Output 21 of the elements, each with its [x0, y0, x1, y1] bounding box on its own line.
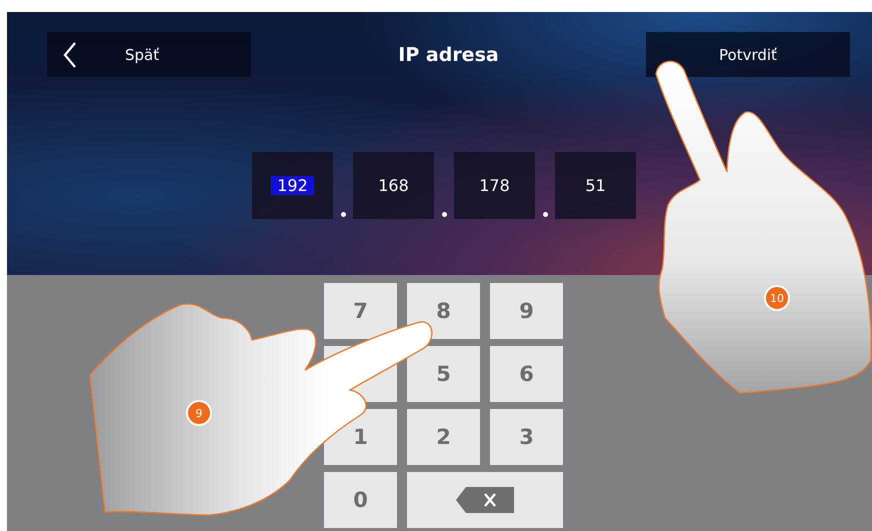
digit-key[interactable]: 6 [490, 346, 563, 402]
digit-key[interactable]: 5 [407, 346, 480, 402]
ip-octet-field[interactable]: 192 [252, 152, 333, 219]
screen-title: IP adresa [398, 44, 499, 66]
backspace-icon [456, 487, 514, 513]
digit-key[interactable]: 9 [490, 283, 563, 339]
confirm-button[interactable]: Potvrdiť [646, 32, 850, 77]
separator-dot [340, 212, 346, 217]
separator-dot [542, 212, 548, 217]
ip-octet-field[interactable]: 168 [353, 152, 434, 219]
ip-octet-field[interactable]: 178 [454, 152, 535, 219]
digit-key[interactable]: 7 [324, 283, 397, 339]
separator-dot [442, 212, 446, 217]
digit-key[interactable]: 3 [490, 409, 563, 465]
ip-octet-field[interactable]: 51 [555, 152, 636, 219]
backspace-key[interactable] [407, 472, 563, 528]
digit-key[interactable]: 8 [407, 283, 480, 339]
back-button[interactable]: Späť [47, 32, 251, 77]
back-icon [63, 40, 77, 68]
digit-key[interactable]: 0 [324, 472, 397, 528]
digit-key[interactable]: 2 [407, 409, 480, 465]
